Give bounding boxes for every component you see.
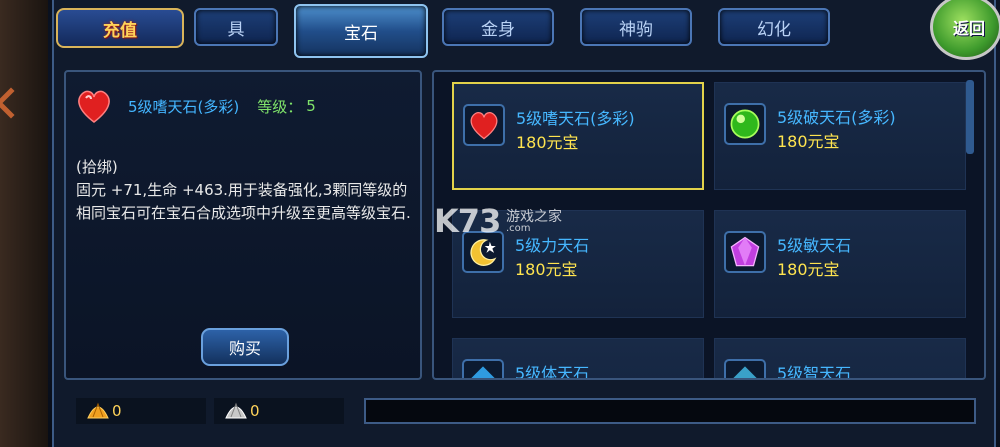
gem-list-item[interactable]: 5级体天石 (452, 338, 704, 380)
item-description: 固元 +71,生命 +463.用于装备强化,3颗同等级的相同宝石可在宝石合成选项… (76, 181, 411, 222)
tab-steeds[interactable]: 神驹 (580, 8, 692, 46)
game-screen: 充值 具 宝石 金身 神驹 幻化 返回 5级嗜天石(多彩) 等级： 5 (拾绑)… (0, 0, 1000, 447)
site-watermark: K73 游戏之家 .com (434, 202, 594, 242)
bind-status: (拾绑) (76, 158, 118, 176)
red-heart-gem-icon (470, 111, 498, 140)
purple-crystal-gem-icon (730, 236, 760, 267)
item-name: 5级破天石(多彩) (777, 108, 896, 127)
item-level-value: 5 (306, 97, 316, 115)
back-button[interactable]: 返回 (930, 0, 1000, 60)
recharge-button[interactable]: 充值 (56, 8, 184, 48)
silver-currency: 0 (214, 398, 344, 424)
gold-amount: 0 (112, 402, 122, 420)
list-scrollbar[interactable] (966, 80, 974, 154)
item-detail-header: 5级嗜天石(多彩) 等级： 5 (74, 86, 316, 126)
watermark-logo: K73 (434, 202, 501, 240)
gold-currency: 0 (76, 398, 206, 424)
left-edge-panel (0, 0, 48, 447)
gem-list-item[interactable]: 5级嗜天石(多彩) 180元宝 (452, 82, 704, 190)
buy-button[interactable]: 购买 (201, 328, 289, 366)
tab-bar: 充值 具 宝石 金身 神驹 幻化 返回 (0, 0, 1000, 60)
tab-transform[interactable]: 幻化 (718, 8, 830, 46)
gem-list-item[interactable]: 5级敏天石 180元宝 (714, 210, 966, 318)
gem-list-item[interactable]: 5级智天石 (714, 338, 966, 380)
watermark-domain: .com (506, 223, 531, 234)
item-name: 5级体天石 (515, 364, 590, 380)
item-name: 5级智天石 (777, 364, 852, 380)
item-level-label: 等级： (257, 97, 303, 116)
gem-list-item[interactable]: 5级破天石(多彩) 180元宝 (714, 82, 966, 190)
item-icon-frame (724, 231, 766, 273)
item-detail-panel: 5级嗜天石(多彩) 等级： 5 (拾绑) 固元 +71,生命 +463.用于装备… (64, 70, 422, 380)
blue-gem-icon (733, 366, 757, 378)
silver-amount: 0 (250, 402, 260, 420)
item-icon-frame (462, 359, 504, 378)
item-icon-frame (463, 104, 505, 146)
tab-golden-body[interactable]: 金身 (442, 8, 554, 46)
red-heart-gem-icon (78, 90, 110, 123)
item-price: 180元宝 (777, 132, 840, 151)
green-orb-gem-icon (730, 109, 760, 139)
chevron-left-icon[interactable] (0, 87, 27, 119)
item-price: 180元宝 (516, 133, 579, 152)
item-icon-frame (724, 103, 766, 145)
message-bar (364, 398, 976, 424)
silver-shell-icon (225, 402, 247, 419)
blue-gem-icon (471, 366, 495, 378)
item-name: 5级敏天石 (777, 236, 852, 255)
tab-equipment[interactable]: 具 (194, 8, 278, 46)
item-icon-frame (724, 359, 766, 378)
item-name: 5级嗜天石(多彩) (516, 109, 635, 128)
item-price: 180元宝 (515, 260, 578, 279)
item-name: 5级嗜天石(多彩) (128, 97, 240, 116)
item-price: 180元宝 (777, 260, 840, 279)
gold-shell-icon (87, 402, 109, 419)
tab-gems[interactable]: 宝石 (294, 4, 428, 58)
